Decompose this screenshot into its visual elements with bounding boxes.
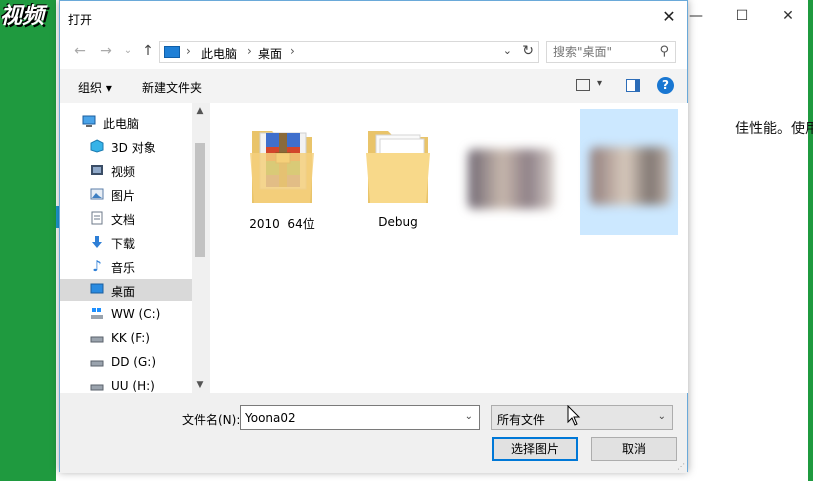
nav-item-label: WW (C:) <box>111 307 161 321</box>
winrar-folder-icon <box>246 119 318 212</box>
cancel-button[interactable]: 取消 <box>591 437 677 461</box>
filename-combobox[interactable]: ⌄ <box>240 405 480 430</box>
blurred-image-thumbnail <box>468 149 554 209</box>
dialog-title: 打开 <box>68 13 93 27</box>
blurred-image-thumbnail <box>590 147 670 205</box>
nav-item-label: 下载 <box>111 237 136 251</box>
video-icon <box>90 163 104 177</box>
address-dropdown-icon[interactable]: ⌄ <box>503 44 512 57</box>
up-arrow-icon[interactable]: ↑ <box>140 43 156 59</box>
nav-item-label: UU (H:) <box>111 379 155 393</box>
recent-locations-icon[interactable]: ⌄ <box>120 43 136 59</box>
close-icon[interactable]: ✕ <box>778 8 798 24</box>
nav-item-pictures[interactable]: 图片 <box>60 183 192 205</box>
address-bar[interactable]: › 此电脑 › 桌面 › ⌄ ↻ <box>159 41 539 63</box>
breadcrumb-desktop[interactable]: 桌面 <box>258 45 282 62</box>
preview-pane-icon[interactable] <box>626 79 640 92</box>
nav-item-label: 视频 <box>111 165 136 179</box>
nav-item-drive-c[interactable]: WW (C:) <box>60 303 192 325</box>
file-list: 2010 64位 Debug <box>210 103 688 393</box>
forward-arrow-icon[interactable]: → <box>98 43 114 59</box>
nav-item-this-pc[interactable]: 此电脑 <box>60 111 192 133</box>
drive-icon <box>90 379 104 393</box>
nav-item-label: 音乐 <box>111 261 136 275</box>
file-item-winrar-folder[interactable]: 2010 64位 <box>232 111 332 241</box>
file-item-image-2-selected[interactable] <box>580 109 678 235</box>
windows-drive-icon <box>90 307 104 321</box>
new-folder-button[interactable]: 新建文件夹 <box>142 79 202 96</box>
drive-icon <box>90 355 104 369</box>
scrollbar-thumb[interactable] <box>195 143 205 257</box>
view-dropdown-icon[interactable]: ▾ <box>597 78 602 89</box>
file-item-label: Debug <box>378 215 418 229</box>
maximize-icon[interactable]: ☐ <box>732 8 752 24</box>
nav-item-drive-g[interactable]: DD (G:) <box>60 351 192 373</box>
filename-label: 文件名(N): <box>182 413 241 427</box>
background-logo: 视频 <box>0 4 45 29</box>
nav-item-desktop[interactable]: 桌面 <box>60 279 192 301</box>
breadcrumb-separator-icon: › <box>290 44 295 58</box>
navigation-bar: ← → ⌄ ↑ › 此电脑 › 桌面 › ⌄ ↻ ⚲ <box>60 35 687 69</box>
search-box[interactable]: ⚲ <box>546 41 676 63</box>
nav-item-label: DD (G:) <box>111 355 156 369</box>
nav-item-videos[interactable]: 视频 <box>60 159 192 181</box>
computer-icon <box>164 46 180 58</box>
nav-item-drive-f[interactable]: KK (F:) <box>60 327 192 349</box>
nav-item-label: KK (F:) <box>111 331 150 345</box>
nav-item-label: 图片 <box>111 189 136 203</box>
nav-item-label: 此电脑 <box>103 117 140 131</box>
nav-item-music[interactable]: ♪ 音乐 <box>60 255 192 277</box>
picture-icon <box>90 187 104 201</box>
filetype-select[interactable]: 所有文件 ⌄ <box>491 405 673 430</box>
file-item-label: 2010 64位 <box>249 217 315 231</box>
organize-menu-button[interactable]: 组织 ▾ <box>78 79 112 96</box>
filename-input[interactable] <box>245 406 455 429</box>
file-item-debug-folder[interactable]: Debug <box>348 111 448 241</box>
dialog-titlebar: 打开 ✕ <box>60 1 687 35</box>
folder-icon <box>362 119 434 212</box>
command-toolbar: 组织 ▾ 新建文件夹 ▾ ? <box>60 69 687 103</box>
nav-item-label: 文档 <box>111 213 136 227</box>
chevron-down-icon[interactable]: ⌄ <box>465 411 473 422</box>
open-button[interactable]: 选择图片 <box>492 437 578 461</box>
back-arrow-icon[interactable]: ← <box>72 43 88 59</box>
document-icon <box>90 211 104 225</box>
nav-item-documents[interactable]: 文档 <box>60 207 192 229</box>
refresh-icon[interactable]: ↻ <box>522 43 534 59</box>
scroll-up-icon[interactable]: ▲ <box>192 103 208 119</box>
background-text: 佳性能。使用 <box>735 121 813 137</box>
navigation-pane-scrollbar[interactable]: ▲ ▼ <box>192 103 208 393</box>
nav-item-3d-objects[interactable]: 3D 对象 <box>60 135 192 157</box>
resize-grip-icon[interactable]: ⋰ <box>677 462 685 471</box>
nav-item-label: 桌面 <box>111 285 136 299</box>
dialog-close-button[interactable]: ✕ <box>659 7 679 27</box>
music-icon: ♪ <box>92 257 102 275</box>
open-file-dialog: 打开 ✕ ← → ⌄ ↑ › 此电脑 › 桌面 › ⌄ ↻ ⚲ 组织 ▾ 新建文… <box>59 0 688 473</box>
chevron-down-icon: ⌄ <box>657 411 666 422</box>
background-window-controls: — ☐ ✕ <box>686 8 798 24</box>
nav-item-label: 3D 对象 <box>111 141 156 155</box>
mouse-cursor-icon <box>567 405 581 426</box>
computer-icon <box>82 115 96 129</box>
download-icon <box>90 235 104 249</box>
breadcrumb-separator-icon: › <box>247 44 252 58</box>
search-icon: ⚲ <box>659 44 669 59</box>
file-item-image-1[interactable] <box>460 111 560 241</box>
cube-icon <box>90 139 104 153</box>
breadcrumb-this-pc[interactable]: 此电脑 <box>201 45 237 62</box>
dialog-footer: 文件名(N): ⌄ 所有文件 ⌄ 选择图片 取消 ⋰ <box>60 393 687 473</box>
desktop-icon <box>90 283 104 297</box>
drive-icon <box>90 331 104 345</box>
help-icon[interactable]: ? <box>657 77 674 94</box>
minimize-icon[interactable]: — <box>686 8 706 24</box>
filetype-value: 所有文件 <box>497 413 546 427</box>
nav-item-downloads[interactable]: 下载 <box>60 231 192 253</box>
search-input[interactable] <box>553 42 653 62</box>
scroll-down-icon[interactable]: ▼ <box>192 377 208 393</box>
view-options-icon[interactable] <box>576 79 590 91</box>
breadcrumb-separator-icon: › <box>186 44 191 58</box>
navigation-pane: 此电脑 3D 对象 视频 图片 文档 下载 ♪ 音乐 桌面 WW (C:) KK… <box>60 103 208 393</box>
